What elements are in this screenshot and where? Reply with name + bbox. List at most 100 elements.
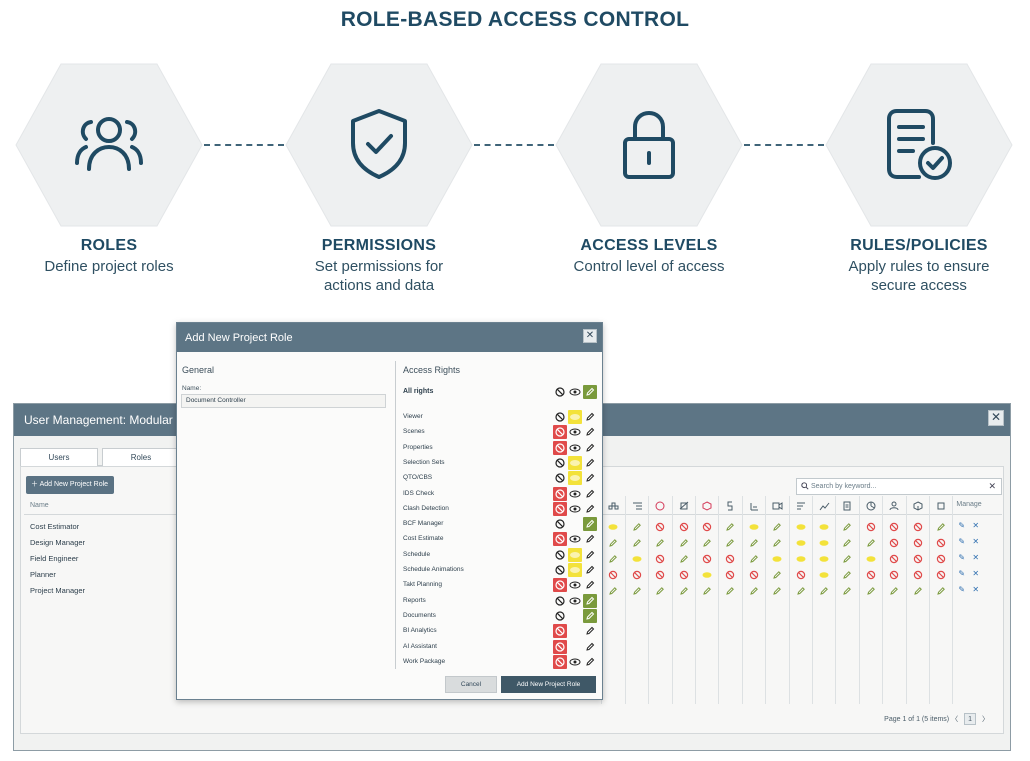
- deny-icon[interactable]: [913, 538, 923, 548]
- edit-icon[interactable]: [632, 586, 642, 596]
- deny-icon[interactable]: [936, 570, 946, 580]
- deny-icon[interactable]: [553, 471, 567, 485]
- edit-icon[interactable]: [632, 538, 642, 548]
- view-icon[interactable]: [796, 538, 806, 548]
- view-icon[interactable]: [819, 538, 829, 548]
- deny-icon[interactable]: [553, 578, 567, 593]
- view-icon[interactable]: [568, 441, 582, 455]
- view-icon[interactable]: [819, 522, 829, 532]
- edit-icon[interactable]: [889, 586, 899, 596]
- edit-icon[interactable]: [583, 425, 597, 439]
- edit-icon[interactable]: [772, 538, 782, 548]
- view-icon[interactable]: [866, 554, 876, 564]
- delete-role-icon[interactable]: ✕: [972, 569, 979, 578]
- deny-icon[interactable]: [553, 440, 567, 455]
- deny-icon[interactable]: [553, 563, 567, 577]
- view-icon[interactable]: [772, 554, 782, 564]
- delete-role-icon[interactable]: ✕: [972, 537, 979, 546]
- dialog-close-button[interactable]: ✕: [583, 329, 597, 343]
- deny-icon[interactable]: [889, 570, 899, 580]
- edit-icon[interactable]: [725, 522, 735, 532]
- view-icon[interactable]: [568, 410, 582, 424]
- view-icon[interactable]: [796, 522, 806, 532]
- edit-icon[interactable]: [583, 441, 597, 455]
- deny-icon[interactable]: [553, 594, 567, 608]
- close-button[interactable]: ✕: [988, 410, 1004, 426]
- cancel-button[interactable]: Cancel: [445, 676, 497, 693]
- deny-icon[interactable]: [553, 548, 567, 562]
- view-icon[interactable]: [568, 487, 582, 501]
- view-icon[interactable]: [819, 570, 829, 580]
- view-icon[interactable]: [568, 425, 582, 439]
- edit-icon[interactable]: [679, 586, 689, 596]
- role-row[interactable]: Cost Estimator: [30, 519, 85, 535]
- clear-search-icon[interactable]: ✕: [988, 479, 996, 494]
- deny-icon[interactable]: [553, 425, 567, 440]
- deny-icon[interactable]: [553, 532, 567, 547]
- edit-icon[interactable]: [583, 410, 597, 424]
- role-name-input[interactable]: Document Controller: [181, 394, 386, 408]
- deny-icon[interactable]: [608, 570, 618, 580]
- role-row[interactable]: Design Manager: [30, 535, 85, 551]
- delete-role-icon[interactable]: ✕: [972, 553, 979, 562]
- edit-role-icon[interactable]: ✎: [958, 553, 965, 562]
- view-icon[interactable]: [568, 655, 582, 669]
- edit-icon[interactable]: [583, 517, 597, 532]
- edit-role-icon[interactable]: ✎: [958, 569, 965, 578]
- view-icon[interactable]: [568, 455, 582, 470]
- edit-icon[interactable]: [583, 456, 597, 470]
- deny-icon[interactable]: [655, 522, 665, 532]
- deny-icon[interactable]: [679, 522, 689, 532]
- edit-icon[interactable]: [679, 554, 689, 564]
- deny-icon[interactable]: [913, 570, 923, 580]
- view-icon[interactable]: [568, 532, 582, 546]
- tab-roles[interactable]: Roles: [102, 448, 180, 466]
- edit-icon[interactable]: [725, 538, 735, 548]
- deny-icon[interactable]: [553, 639, 567, 654]
- edit-icon[interactable]: [655, 586, 665, 596]
- edit-icon[interactable]: [842, 538, 852, 548]
- view-icon[interactable]: [632, 554, 642, 564]
- edit-icon[interactable]: [583, 563, 597, 577]
- edit-icon[interactable]: [749, 554, 759, 564]
- edit-icon[interactable]: [583, 578, 597, 592]
- deny-icon[interactable]: [702, 554, 712, 564]
- edit-icon[interactable]: [819, 586, 829, 596]
- edit-icon[interactable]: [842, 570, 852, 580]
- edit-role-icon[interactable]: ✎: [958, 537, 965, 546]
- deny-icon[interactable]: [553, 609, 567, 623]
- next-page-icon[interactable]: 〉: [982, 716, 989, 723]
- deny-icon[interactable]: [866, 570, 876, 580]
- deny-icon[interactable]: [553, 456, 567, 470]
- deny-icon[interactable]: [553, 517, 567, 531]
- edit-role-icon[interactable]: ✎: [958, 521, 965, 530]
- deny-icon[interactable]: [655, 570, 665, 580]
- edit-icon[interactable]: [772, 570, 782, 580]
- add-new-project-role-button[interactable]: ＋ Add New Project Role: [26, 476, 114, 494]
- view-icon[interactable]: [749, 522, 759, 532]
- edit-icon[interactable]: [842, 586, 852, 596]
- edit-icon[interactable]: [632, 522, 642, 532]
- deny-icon[interactable]: [553, 654, 567, 669]
- edit-icon[interactable]: [725, 586, 735, 596]
- search-input[interactable]: Search by keyword... ✕: [796, 478, 1002, 495]
- view-icon[interactable]: [702, 570, 712, 580]
- deny-icon[interactable]: [749, 570, 759, 580]
- edit-icon[interactable]: [583, 608, 597, 623]
- view-icon[interactable]: [568, 385, 582, 399]
- edit-icon[interactable]: [655, 538, 665, 548]
- delete-role-icon[interactable]: ✕: [972, 585, 979, 594]
- deny-icon[interactable]: [553, 501, 567, 516]
- role-row[interactable]: Field Engineer: [30, 551, 85, 567]
- view-icon[interactable]: [608, 522, 618, 532]
- view-icon[interactable]: [568, 547, 582, 562]
- edit-icon[interactable]: [913, 586, 923, 596]
- edit-icon[interactable]: [583, 487, 597, 501]
- deny-icon[interactable]: [936, 554, 946, 564]
- deny-icon[interactable]: [725, 570, 735, 580]
- role-row[interactable]: Project Manager: [30, 583, 85, 599]
- deny-icon[interactable]: [632, 570, 642, 580]
- deny-icon[interactable]: [553, 486, 567, 501]
- view-icon[interactable]: [568, 594, 582, 608]
- page-number[interactable]: 1: [964, 713, 977, 725]
